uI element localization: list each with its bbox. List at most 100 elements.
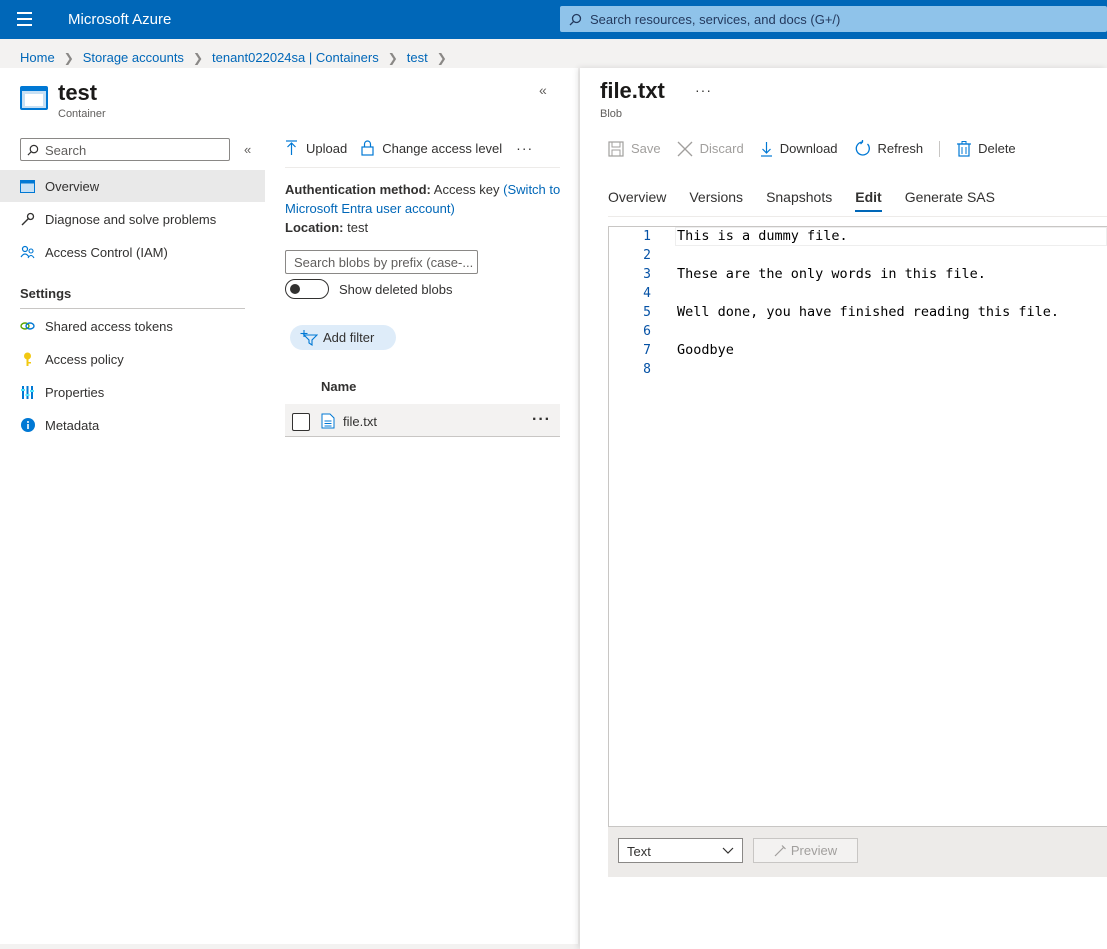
download-button[interactable]: Download (760, 141, 838, 157)
code-line[interactable]: This is a dummy file. (677, 228, 848, 244)
sidebar-item-diagnose[interactable]: Diagnose and solve problems (0, 203, 265, 235)
nav-search-input[interactable]: Search (20, 138, 230, 161)
format-select-value: Text (627, 844, 651, 859)
show-deleted-label: Show deleted blobs (339, 282, 453, 297)
sidebar-item-iam[interactable]: Access Control (IAM) (0, 236, 265, 268)
row-more-options-icon[interactable]: ··· (532, 411, 551, 429)
change-access-level-button[interactable]: Change access level (361, 140, 502, 156)
breadcrumb: Home ❯ Storage accounts ❯ tenant022024sa… (20, 50, 456, 65)
key-icon (20, 352, 35, 367)
refresh-button[interactable]: Refresh (854, 140, 924, 157)
show-deleted-toggle[interactable] (285, 279, 329, 299)
refresh-label: Refresh (877, 141, 924, 156)
trash-icon (957, 140, 972, 157)
search-icon (27, 144, 39, 156)
tab-edit[interactable]: Edit (855, 189, 883, 212)
container-toolbar: Upload Change access level ··· (285, 140, 533, 156)
row-checkbox[interactable] (292, 413, 310, 431)
line-number: 2 (643, 248, 651, 263)
lock-icon (361, 140, 374, 156)
change-access-level-label: Change access level (382, 140, 503, 156)
preview-label: Preview (790, 843, 838, 858)
format-select[interactable]: Text (618, 838, 743, 863)
sidebar-item-label: Shared access tokens (45, 318, 173, 334)
table-row[interactable]: file.txt ··· (285, 404, 560, 437)
chevron-right-icon: ❯ (63, 50, 74, 65)
column-header-name[interactable]: Name (321, 379, 356, 394)
save-icon (608, 140, 624, 157)
breadcrumb-test[interactable]: test (407, 50, 428, 65)
menu-icon[interactable] (17, 12, 32, 26)
sidebar-item-properties[interactable]: Properties (0, 376, 265, 408)
discard-button[interactable]: Discard (677, 141, 744, 157)
line-number: 3 (643, 267, 651, 282)
preview-button[interactable]: Preview (753, 838, 858, 863)
sidebar-item-label: Metadata (45, 417, 100, 433)
blob-tabs: Overview Versions Snapshots Edit Generat… (608, 189, 1018, 212)
toolbar-separator (939, 140, 941, 157)
blob-more-options-icon[interactable]: ··· (695, 82, 712, 98)
bottom-strip (0, 944, 578, 949)
sidebar-item-shared-access-tokens[interactable]: Shared access tokens (0, 310, 265, 342)
sidebar-item-label: Access Control (IAM) (45, 244, 168, 260)
global-search-input[interactable]: Search resources, services, and docs (G+… (560, 6, 1107, 32)
chevron-down-icon (722, 847, 734, 854)
close-icon (677, 141, 693, 156)
blob-blade: file.txt ··· Blob Save Discard Download … (580, 68, 1107, 949)
divider (608, 216, 1107, 217)
line-number: 7 (643, 343, 651, 358)
delete-button[interactable]: Delete (957, 140, 1016, 157)
chevron-right-icon: ❯ (192, 50, 203, 65)
blob-search-input[interactable]: Search blobs by prefix (case-... (285, 250, 478, 274)
download-icon (760, 141, 772, 157)
pencil-icon (774, 844, 786, 856)
breadcrumb-containers[interactable]: tenant022024sa | Containers (212, 50, 379, 65)
tab-overview[interactable]: Overview (608, 189, 666, 212)
tab-generate-sas[interactable]: Generate SAS (905, 189, 995, 212)
link-icon (20, 319, 35, 334)
code-line[interactable]: Well done, you have finished reading thi… (677, 304, 1059, 320)
page-title: test (58, 80, 98, 105)
line-number: 5 (643, 305, 651, 320)
save-button[interactable]: Save (608, 140, 661, 157)
info-icon (20, 418, 35, 433)
discard-label: Discard (699, 141, 744, 156)
top-bar: Microsoft Azure Search resources, servic… (0, 0, 1107, 39)
auth-method-label: Authentication method: (285, 182, 431, 197)
overview-icon (20, 179, 35, 194)
line-number: 1 (643, 229, 651, 244)
collapse-menu-icon[interactable]: « (244, 142, 251, 157)
more-options-icon[interactable]: ··· (516, 140, 533, 156)
delete-label: Delete (978, 141, 1016, 156)
blob-subtitle: Blob (600, 108, 623, 120)
breadcrumb-home[interactable]: Home (20, 50, 55, 65)
code-line[interactable]: These are the only words in this file. (677, 266, 986, 282)
brand-title[interactable]: Microsoft Azure (68, 11, 171, 28)
sidebar-item-access-policy[interactable]: Access policy (0, 343, 265, 375)
download-label: Download (779, 141, 838, 156)
chevron-right-icon: ❯ (436, 50, 447, 65)
sidebar-item-metadata[interactable]: Metadata (0, 409, 265, 441)
breadcrumb-storage-accounts[interactable]: Storage accounts (83, 50, 184, 65)
line-number: 4 (643, 286, 651, 301)
tab-versions[interactable]: Versions (689, 189, 743, 212)
auth-method-row: Authentication method: Access key (Switc… (285, 180, 565, 218)
file-icon (321, 413, 335, 429)
add-filter-button[interactable]: Add filter (290, 325, 396, 350)
tab-snapshots[interactable]: Snapshots (766, 189, 832, 212)
upload-button[interactable]: Upload (285, 140, 347, 156)
sidebar-item-overview[interactable]: Overview (0, 170, 265, 202)
global-search-placeholder: Search resources, services, and docs (G+… (590, 12, 841, 27)
divider (20, 308, 245, 309)
line-number: 6 (643, 324, 651, 339)
blob-name[interactable]: file.txt (343, 414, 377, 429)
code-editor[interactable]: 1 2 3 4 5 6 7 8 This is a dummy file. Th… (608, 226, 1107, 827)
collapse-blade-icon[interactable]: « (539, 82, 547, 98)
sidebar-item-label: Overview (45, 178, 100, 194)
settings-heading: Settings (20, 286, 72, 301)
search-icon (569, 13, 582, 26)
code-line[interactable]: Goodbye (677, 342, 734, 358)
page-subtitle: Container (58, 108, 106, 120)
sidebar-item-label: Access policy (45, 351, 124, 367)
sidebar-item-label: Diagnose and solve problems (45, 211, 217, 227)
